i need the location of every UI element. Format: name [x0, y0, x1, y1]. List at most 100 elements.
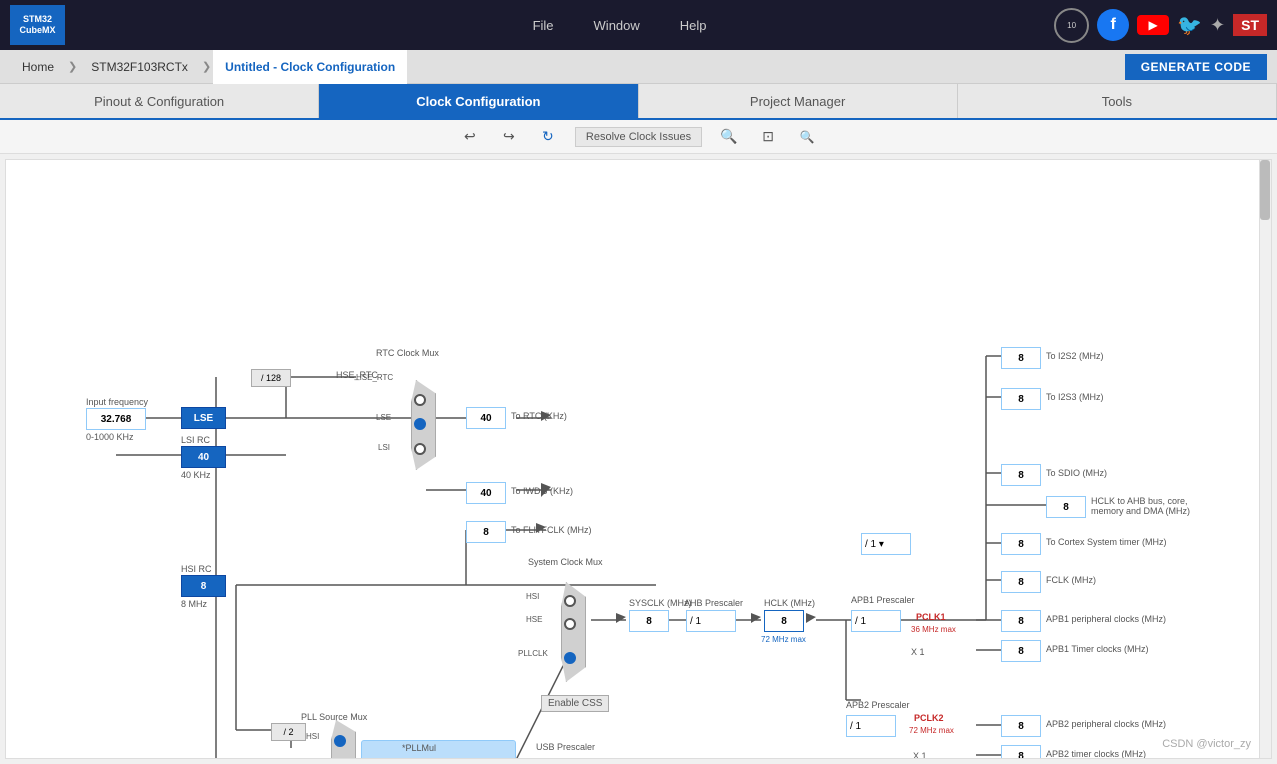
- redo-button[interactable]: ↪: [497, 125, 521, 149]
- pclk2-label: PCLK2: [914, 713, 944, 723]
- apb2-prescaler-label: APB2 Prescaler: [846, 700, 910, 710]
- tab-clock[interactable]: Clock Configuration: [319, 84, 638, 118]
- undo-button[interactable]: ↩: [458, 125, 482, 149]
- sys-clock-mux-label: System Clock Mux: [528, 557, 603, 567]
- refresh-button[interactable]: ↻: [536, 125, 560, 149]
- hclk-ahb-box[interactable]: 8: [1046, 496, 1086, 518]
- input-freq-range-1: 0-1000 KHz: [86, 432, 134, 442]
- sysclk-label: SYSCLK (MHz): [629, 598, 692, 608]
- enable-css-button[interactable]: Enable CSS: [541, 695, 609, 712]
- pll-mul-label: *PLLMul: [402, 743, 436, 753]
- pll-area: *PLLMul 4 X 2 PLL: [361, 740, 516, 759]
- fit-button[interactable]: ⊡: [756, 125, 780, 149]
- input-freq-value-1[interactable]: 32.768: [86, 408, 146, 430]
- to-sdio-top-box[interactable]: 8: [1001, 464, 1041, 486]
- hclk-max: 72 MHz max: [761, 635, 806, 644]
- tab-pinout[interactable]: Pinout & Configuration: [0, 84, 319, 118]
- to-fli-box[interactable]: 8: [466, 521, 506, 543]
- to-i2s2-label: To I2S2 (MHz): [1046, 351, 1104, 361]
- nav-window[interactable]: Window: [594, 18, 640, 33]
- scrollbar[interactable]: [1259, 160, 1271, 758]
- scrollbar-thumb[interactable]: [1260, 160, 1270, 220]
- apb1-out1-box[interactable]: 8: [1001, 610, 1041, 632]
- lsi-rc-box[interactable]: 40: [181, 446, 226, 468]
- hclk-box[interactable]: 8: [764, 610, 804, 632]
- tabs: Pinout & Configuration Clock Configurati…: [0, 84, 1277, 120]
- nav-file[interactable]: File: [533, 18, 554, 33]
- tab-tools[interactable]: Tools: [958, 84, 1277, 118]
- apb1-out2-label: APB1 Timer clocks (MHz): [1046, 644, 1149, 654]
- hclk-ahb-label: HCLK to AHB bus, core, memory and DMA (M…: [1091, 496, 1221, 516]
- lse-mux-label: LSE: [376, 413, 391, 422]
- to-sdio-top-label: To SDIO (MHz): [1046, 468, 1107, 478]
- apb1-div-dropdown[interactable]: / 1: [851, 610, 901, 632]
- apb1-out2-box[interactable]: 8: [1001, 640, 1041, 662]
- pll-hsi-label: HSI: [306, 732, 319, 741]
- apb2-out2-box[interactable]: 8: [1001, 745, 1041, 759]
- div128-box: / 128: [251, 369, 291, 387]
- breadcrumb-mcu[interactable]: STM32F103RCTx: [79, 50, 200, 84]
- fclk-box[interactable]: 8: [1001, 571, 1041, 593]
- cortex-div-dropdown[interactable]: / 1 ▾: [861, 533, 911, 555]
- pclk1-max: 36 MHz max: [911, 625, 956, 634]
- zoom-in-button[interactable]: 🔍: [717, 125, 741, 149]
- apb2-out2-label: APB2 timer clocks (MHz): [1046, 749, 1146, 759]
- tab-project[interactable]: Project Manager: [639, 84, 958, 118]
- hsi-mhz: 8 MHz: [181, 599, 207, 609]
- ahb-prescaler-label: AHB Prescaler: [684, 598, 743, 608]
- to-fli-label: To FLIТFCLK (MHz): [511, 525, 592, 535]
- sys-hsi-label: HSI: [526, 592, 539, 601]
- twitter-icon[interactable]: 🐦: [1177, 13, 1202, 38]
- usb-div-dropdown[interactable]: / 1: [539, 758, 584, 759]
- apb2-out1-box[interactable]: 8: [1001, 715, 1041, 737]
- to-i2s3-box[interactable]: 8: [1001, 388, 1041, 410]
- rtc-radio-lsi[interactable]: [414, 443, 426, 455]
- facebook-icon[interactable]: f: [1097, 9, 1129, 41]
- lse-box[interactable]: LSE: [181, 407, 226, 429]
- apb2-x1: X 1: [913, 751, 927, 759]
- sys-hse-radio[interactable]: [564, 618, 576, 630]
- resolve-clock-button[interactable]: Resolve Clock Issues: [575, 127, 702, 147]
- to-iwdg-box[interactable]: 40: [466, 482, 506, 504]
- anniversary-icon: 10: [1054, 8, 1089, 43]
- cortex-box[interactable]: 8: [1001, 533, 1041, 555]
- apb1-out1-label: APB1 peripheral clocks (MHz): [1046, 614, 1166, 624]
- sysclk-box[interactable]: 8: [629, 610, 669, 632]
- hse-rtc-mux-label: HSE_RTC: [356, 373, 393, 382]
- sys-pll-radio[interactable]: [564, 652, 576, 664]
- ahb-div-dropdown[interactable]: / 1: [686, 610, 736, 632]
- to-rtc-box[interactable]: 40: [466, 407, 506, 429]
- generate-code-button[interactable]: GENERATE CODE: [1125, 54, 1267, 80]
- to-i2s2-box[interactable]: 8: [1001, 347, 1041, 369]
- hclk-label: HCLK (MHz): [764, 598, 815, 608]
- pclk1-label: PCLK1: [916, 612, 946, 622]
- diagram-inner: Input frequency 32.768 0-1000 KHz LSE LS…: [6, 160, 1271, 758]
- to-iwdg-label: To IWDG (KHz): [511, 486, 573, 496]
- youtube-icon[interactable]: ▶: [1137, 15, 1169, 35]
- nav-help[interactable]: Help: [680, 18, 707, 33]
- header: STM32CubeMX File Window Help 10 f ▶ 🐦 ✦ …: [0, 0, 1277, 50]
- pll-source-mux-label: PLL Source Mux: [301, 712, 367, 722]
- st-icon[interactable]: ST: [1233, 14, 1267, 36]
- diagram-area: Input frequency 32.768 0-1000 KHz LSE LS…: [5, 159, 1272, 759]
- apb1-x1: X 1: [911, 647, 925, 657]
- sys-hsi-radio[interactable]: [564, 595, 576, 607]
- zoom-out-button[interactable]: 🔍: [795, 125, 819, 149]
- usb-box[interactable]: 8: [616, 758, 656, 759]
- rtc-radio-lse[interactable]: [414, 418, 426, 430]
- pclk2-max: 72 MHz max: [909, 726, 954, 735]
- logo-text: STM32CubeMX: [20, 14, 56, 36]
- breadcrumb-current[interactable]: Untitled - Clock Configuration: [213, 50, 407, 84]
- apb2-out1-label: APB2 peripheral clocks (MHz): [1046, 719, 1166, 729]
- apb2-div-dropdown[interactable]: / 1: [846, 715, 896, 737]
- lsi-mux-label: LSI: [378, 443, 390, 452]
- rtc-radio-hse[interactable]: [414, 394, 426, 406]
- breadcrumb-home[interactable]: Home: [10, 50, 66, 84]
- cortex-label: To Cortex System timer (MHz): [1046, 537, 1167, 547]
- pll-hsi-radio[interactable]: [334, 735, 346, 747]
- network-icon[interactable]: ✦: [1210, 15, 1225, 36]
- breadcrumb-arrow-1: ❯: [68, 60, 77, 73]
- hsi-rc-box[interactable]: 8: [181, 575, 226, 597]
- hsi-rc-label: HSI RC: [181, 564, 212, 574]
- input-freq-label-1: Input frequency: [86, 397, 148, 407]
